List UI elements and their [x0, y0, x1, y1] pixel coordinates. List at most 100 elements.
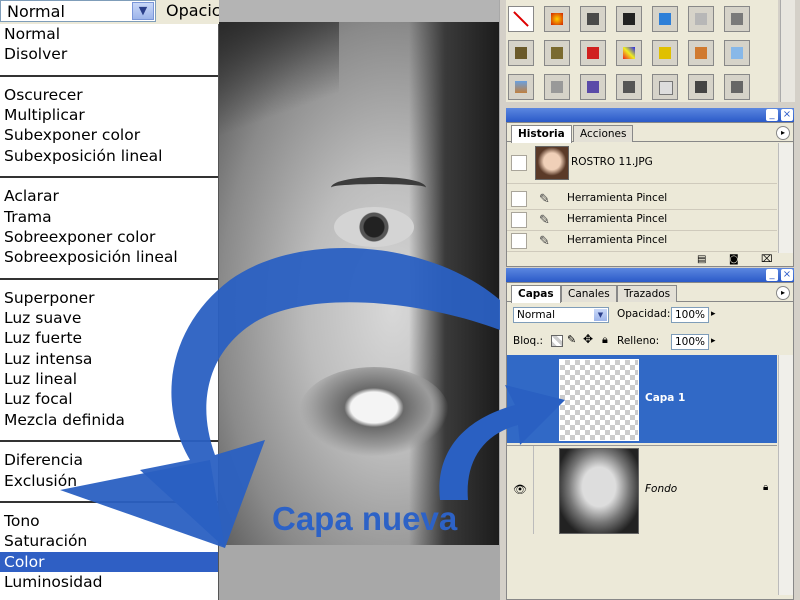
chevron-down-icon[interactable]: ▼ — [132, 2, 154, 20]
menu-arrow-icon[interactable]: ▸ — [776, 126, 790, 140]
history-titlebar[interactable]: _ × — [506, 108, 794, 122]
history-tabs: Historia Acciones ▸ — [507, 123, 793, 143]
blend-mode-value: Normal — [7, 2, 65, 21]
mode-aclarar[interactable]: Aclarar — [0, 186, 218, 206]
mode-multiplicar[interactable]: Multiplicar — [0, 105, 218, 125]
style-swatch[interactable] — [724, 40, 750, 66]
mode-disolver[interactable]: Disolver — [0, 44, 218, 64]
mode-trama[interactable]: Trama — [0, 207, 218, 227]
fill-input[interactable]: 100% — [671, 334, 709, 350]
style-swatch[interactable] — [544, 40, 570, 66]
new-document-icon[interactable]: ▤ — [697, 254, 706, 265]
history-step[interactable]: ✎ Herramienta Pincel — [507, 210, 777, 231]
mode-superponer[interactable]: Superponer — [0, 288, 218, 308]
lock-move-icon[interactable]: ✥ — [583, 332, 593, 346]
mode-normal[interactable]: Normal — [0, 24, 218, 44]
style-swatch[interactable] — [544, 74, 570, 100]
mode-luz-focal[interactable]: Luz focal — [0, 389, 218, 409]
style-swatch[interactable] — [724, 74, 750, 100]
document-canvas[interactable] — [219, 0, 499, 545]
history-checkbox[interactable] — [511, 212, 527, 228]
mode-luz-fuerte[interactable]: Luz fuerte — [0, 328, 218, 348]
close-icon[interactable]: × — [781, 109, 793, 121]
layer-blend-mode-select[interactable]: Normal ▼ — [513, 307, 609, 323]
history-scrollbar[interactable] — [778, 143, 793, 253]
style-swatch[interactable] — [544, 6, 570, 32]
trash-icon[interactable]: ⌧ — [761, 254, 773, 265]
layer-visibility-toggle[interactable] — [509, 355, 531, 443]
style-swatch[interactable] — [652, 74, 678, 100]
history-snapshot[interactable]: ROSTRO 11.JPG — [507, 143, 777, 184]
style-swatch[interactable] — [688, 6, 714, 32]
style-swatch[interactable] — [508, 40, 534, 66]
tab-capas[interactable]: Capas — [511, 285, 561, 303]
style-swatch[interactable] — [508, 74, 534, 100]
mouth-shape — [299, 367, 449, 457]
mode-diferencia[interactable]: Diferencia — [0, 450, 218, 470]
eye-icon[interactable]: 👁︎ — [509, 446, 531, 534]
history-step[interactable]: ✎ Herramienta Pincel — [507, 189, 777, 210]
opacity-slider-arrow-icon[interactable]: ▸ — [711, 309, 716, 319]
style-swatch[interactable] — [724, 6, 750, 32]
fill-slider-arrow-icon[interactable]: ▸ — [711, 336, 716, 346]
style-swatch[interactable] — [580, 74, 606, 100]
layer-link-toggle[interactable] — [533, 355, 555, 443]
mode-subexponer-color[interactable]: Subexponer color — [0, 125, 218, 145]
mode-color[interactable]: Color — [0, 551, 218, 573]
layer-row-capa-1[interactable]: Capa 1 — [507, 355, 777, 443]
lock-icon[interactable]: 🔒︎ — [602, 333, 608, 347]
tab-historia[interactable]: Historia — [511, 125, 572, 143]
layers-tabs: Capas Canales Trazados ▸ — [507, 283, 793, 303]
tab-trazados[interactable]: Trazados — [617, 285, 678, 302]
close-icon[interactable]: × — [781, 269, 793, 281]
mode-luz-lineal[interactable]: Luz lineal — [0, 369, 218, 389]
minimize-icon[interactable]: _ — [766, 269, 778, 281]
layer-name: Capa 1 — [645, 392, 686, 404]
history-step[interactable]: ✎ Herramienta Pincel — [507, 231, 777, 252]
blend-mode-select[interactable]: Normal ▼ — [0, 0, 156, 22]
menu-arrow-icon[interactable]: ▸ — [776, 286, 790, 300]
mode-sobreexposicion-lineal[interactable]: Sobreexposición lineal — [0, 247, 218, 267]
mode-luz-suave[interactable]: Luz suave — [0, 308, 218, 328]
snapshot-source-icon[interactable] — [511, 155, 527, 171]
style-swatch[interactable] — [580, 6, 606, 32]
minimize-icon[interactable]: _ — [766, 109, 778, 121]
lock-paint-icon[interactable]: ✎ — [567, 333, 576, 346]
style-swatch[interactable] — [616, 6, 642, 32]
mode-subexposicion-lineal[interactable]: Subexposición lineal — [0, 146, 218, 166]
layers-scrollbar[interactable] — [778, 355, 793, 595]
style-swatch[interactable] — [688, 40, 714, 66]
mode-luminosidad[interactable]: Luminosidad — [0, 572, 218, 592]
style-swatch[interactable] — [580, 40, 606, 66]
mode-sobreexponer-color[interactable]: Sobreexponer color — [0, 227, 218, 247]
snapshot-label: ROSTRO 11.JPG — [571, 156, 653, 168]
style-swatch[interactable] — [688, 74, 714, 100]
camera-icon[interactable]: ◙ — [729, 254, 739, 265]
mode-oscurecer[interactable]: Oscurecer — [0, 85, 218, 105]
lock-transparency-icon[interactable] — [551, 335, 563, 347]
style-swatch[interactable] — [508, 6, 534, 32]
history-checkbox[interactable] — [511, 191, 527, 207]
mode-saturacion[interactable]: Saturación — [0, 531, 218, 551]
tab-canales[interactable]: Canales — [561, 285, 617, 302]
layer-opacity-input[interactable]: 100% — [671, 307, 709, 323]
chevron-down-icon[interactable]: ▼ — [594, 309, 607, 321]
history-checkbox[interactable] — [511, 233, 527, 249]
style-swatch[interactable] — [652, 6, 678, 32]
mode-tono[interactable]: Tono — [0, 511, 218, 531]
mode-mezcla-definida[interactable]: Mezcla definida — [0, 410, 218, 430]
portrait-photo — [219, 22, 499, 545]
mode-luz-intensa[interactable]: Luz intensa — [0, 349, 218, 369]
swatch-scrollbar[interactable] — [780, 0, 795, 102]
style-swatch[interactable] — [652, 40, 678, 66]
layer-link-toggle[interactable] — [533, 446, 556, 534]
style-swatch[interactable] — [616, 74, 642, 100]
style-swatch[interactable] — [616, 40, 642, 66]
history-step-label: Herramienta Pincel — [567, 213, 668, 225]
tab-acciones[interactable]: Acciones — [573, 125, 634, 142]
separator — [0, 430, 218, 450]
layer-row-fondo[interactable]: 👁︎ Fondo 🔒︎ — [507, 445, 777, 534]
panel-dock: _ × Historia Acciones ▸ ROSTRO 11.JPG ✎ … — [500, 0, 800, 600]
layers-titlebar[interactable]: _ × — [506, 268, 794, 282]
mode-exclusion[interactable]: Exclusión — [0, 471, 218, 491]
